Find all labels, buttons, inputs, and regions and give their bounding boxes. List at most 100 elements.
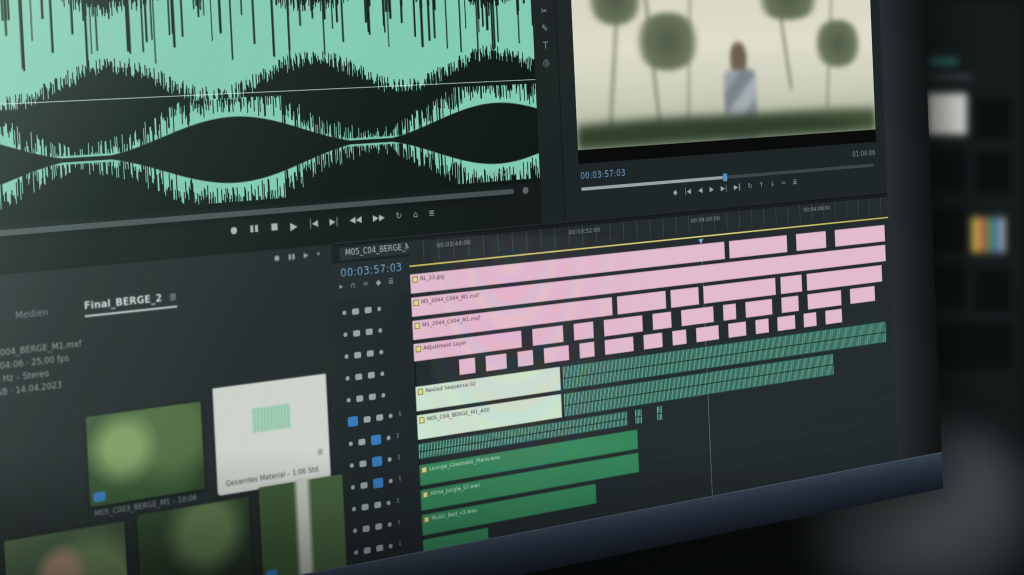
source-patch-icon[interactable] (347, 415, 358, 427)
project-tab[interactable]: Medien (15, 307, 49, 324)
scrollbar-handle-right[interactable] (523, 187, 529, 194)
timeline-clip[interactable] (834, 225, 885, 247)
go-to-out-icon[interactable]: ▶‖ (734, 184, 741, 192)
type-icon[interactable]: T (543, 41, 548, 51)
timeline-clip[interactable] (807, 290, 842, 310)
loop-icon[interactable]: ↻ (396, 212, 403, 222)
add-marker-icon[interactable]: ◆ (673, 190, 678, 198)
mute-icon[interactable] (389, 478, 393, 483)
lock-icon[interactable] (351, 484, 355, 489)
media-thumbnail[interactable] (86, 401, 206, 507)
pause-icon[interactable]: ▮▮ (249, 224, 259, 234)
timeline-clip[interactable] (532, 325, 564, 346)
timeline-clip[interactable] (670, 287, 699, 308)
mute-icon[interactable] (377, 306, 381, 311)
sync-lock-icon[interactable] (352, 308, 359, 315)
track-enable-icon[interactable] (376, 544, 383, 552)
sync-lock-icon[interactable] (362, 525, 369, 533)
timeline-clip[interactable] (696, 325, 720, 343)
lock-icon[interactable] (352, 506, 356, 511)
track-enable-icon[interactable] (364, 306, 371, 313)
lock-icon[interactable] (354, 549, 358, 554)
keyframe-toggle-icon[interactable]: ↕ (397, 518, 402, 526)
timeline-clip[interactable] (485, 353, 507, 372)
list-view-icon[interactable]: ● (274, 254, 280, 262)
sync-lock-icon[interactable] (353, 329, 360, 336)
rewind-icon[interactable]: ◀◀ (349, 216, 362, 226)
track-target-icon[interactable] (372, 455, 383, 467)
loop-icon[interactable]: ↻ (748, 183, 753, 191)
timeline-clip[interactable] (517, 350, 533, 368)
lock-icon[interactable] (344, 354, 348, 359)
timeline-clip[interactable] (634, 408, 642, 424)
go-to-in-icon[interactable]: |◀ (685, 188, 692, 196)
timeline-clip[interactable] (672, 329, 687, 346)
track-enable-icon[interactable] (366, 328, 373, 335)
timeline-clip[interactable] (825, 308, 843, 324)
mute-icon[interactable] (379, 349, 383, 354)
media-thumbnail[interactable]: Gesamtes Material – 1:06 Std. (214, 374, 329, 494)
scrubber-playhead[interactable] (723, 173, 728, 181)
track-enable-icon[interactable] (368, 371, 375, 378)
timeline-clip[interactable] (643, 332, 663, 349)
timeline-clip[interactable] (652, 311, 672, 330)
mute-icon[interactable] (381, 392, 385, 397)
track-enable-icon[interactable] (375, 522, 382, 530)
fast-forward-icon[interactable]: ▶▶ (373, 214, 385, 224)
keyframe-toggle-icon[interactable]: ↕ (398, 540, 403, 548)
lock-icon[interactable] (350, 463, 354, 468)
timeline-clip[interactable] (796, 231, 827, 251)
lock-icon[interactable] (345, 375, 349, 380)
timeline-clip[interactable] (781, 295, 799, 313)
media-thumbnail[interactable] (259, 474, 347, 575)
lock-icon[interactable] (343, 332, 347, 337)
sync-lock-icon[interactable] (358, 438, 365, 445)
timeline-clip[interactable] (604, 336, 634, 355)
zoom-icon[interactable]: ◎ (543, 58, 550, 68)
timeline-clip[interactable] (573, 321, 594, 340)
timeline-clip[interactable] (603, 315, 643, 337)
timeline-clip[interactable] (780, 274, 803, 294)
timeline-clip[interactable] (850, 286, 876, 305)
mute-icon[interactable] (378, 328, 382, 333)
timeline-clip[interactable] (579, 341, 595, 358)
add-marker-icon[interactable]: ◆ (375, 279, 381, 288)
keyframe-toggle-icon[interactable]: ↕ (398, 410, 403, 418)
mute-icon[interactable] (387, 500, 391, 505)
prev-frame-icon[interactable]: |◀ (309, 219, 318, 229)
settings-icon[interactable]: ≣ (388, 278, 394, 287)
lock-icon[interactable] (347, 397, 351, 402)
program-timecode[interactable]: 00:03:57:03 (580, 169, 626, 182)
sync-lock-icon[interactable] (355, 373, 362, 380)
sync-lock-icon[interactable] (363, 546, 370, 554)
mute-icon[interactable] (389, 543, 393, 548)
keyframe-toggle-icon[interactable]: ↕ (398, 475, 403, 483)
timeline-clip[interactable] (458, 357, 475, 375)
magnet-snap-icon[interactable]: ∩ (350, 282, 356, 291)
extract-icon[interactable]: ↓ (770, 181, 775, 189)
play-icon[interactable]: ▶ (709, 186, 714, 194)
home-icon[interactable]: ⌂ (413, 211, 418, 220)
timeline-clip[interactable] (777, 315, 795, 332)
icon-view-icon[interactable]: ▮▮ (288, 253, 296, 261)
track-enable-icon[interactable] (374, 501, 381, 509)
track-enable-icon[interactable] (376, 413, 383, 420)
menu-icon[interactable]: ≣ (428, 209, 435, 218)
program-video-frame[interactable] (570, 0, 876, 164)
mute-icon[interactable] (389, 413, 393, 418)
project-tab[interactable]: Final_BERGE_2≣ (84, 291, 178, 317)
lock-icon[interactable] (349, 441, 353, 446)
export-frame-icon[interactable]: ✂ (781, 180, 786, 188)
timeline-clip[interactable] (729, 235, 788, 259)
record-icon[interactable]: ● (230, 226, 238, 236)
timeline-clip[interactable] (728, 321, 747, 338)
track-enable-icon[interactable] (367, 349, 374, 356)
timeline-clip[interactable] (617, 291, 666, 315)
play-preview-icon[interactable]: ▶ (303, 252, 308, 260)
timeline-clip[interactable] (755, 318, 769, 334)
stop-icon[interactable]: ■ (270, 223, 278, 233)
sync-lock-icon[interactable] (361, 503, 368, 511)
sync-lock-icon[interactable] (354, 351, 361, 358)
lift-icon[interactable]: ↑ (759, 182, 764, 190)
mute-icon[interactable] (388, 456, 392, 461)
